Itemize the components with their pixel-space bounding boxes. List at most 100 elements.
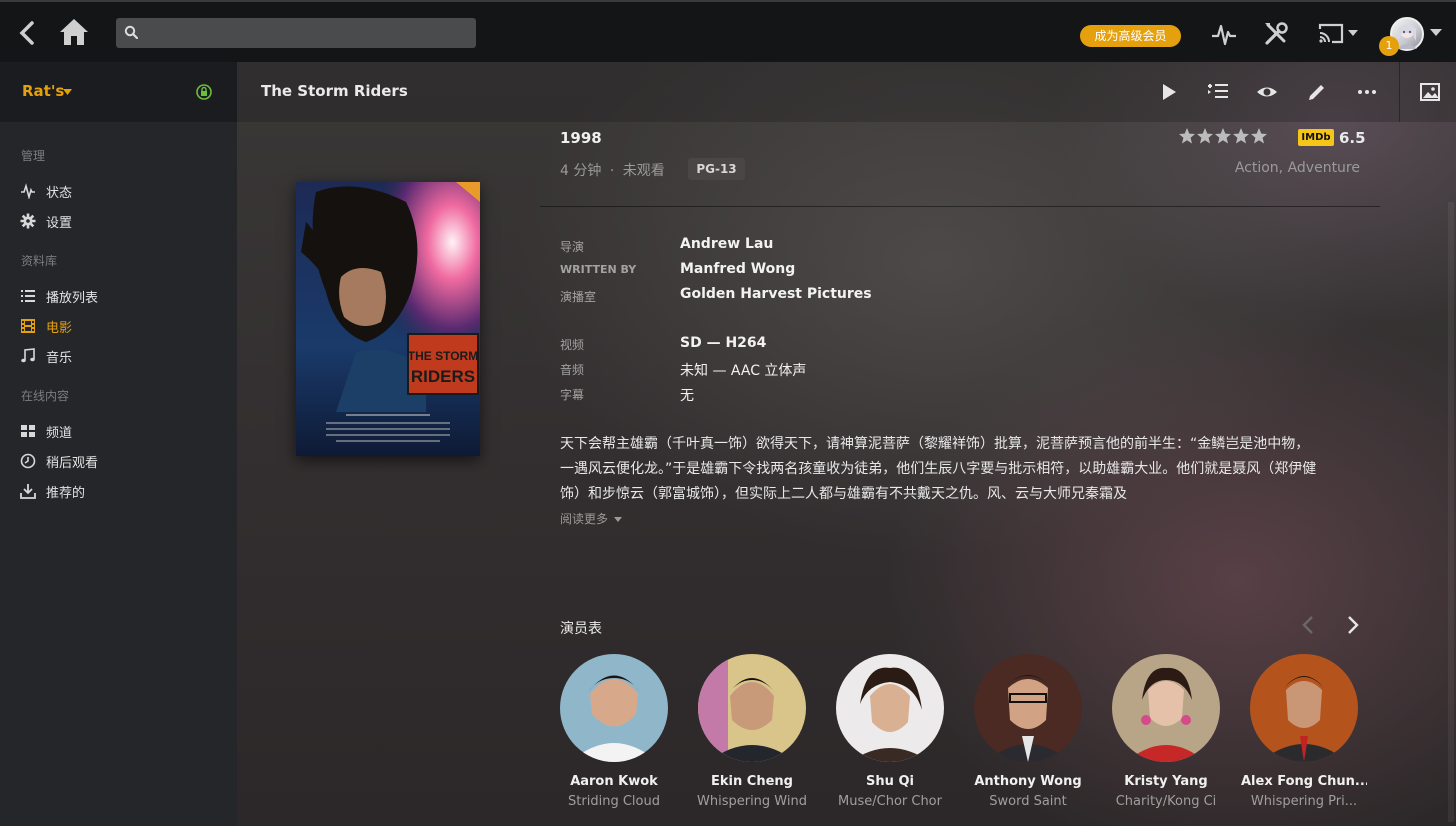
imdb-logo: IMDb (1298, 129, 1334, 146)
sidebar-item-label: 音乐 (46, 351, 73, 366)
grid-icon (21, 425, 35, 437)
writer-label: WRITTEN BY (560, 263, 637, 276)
secure-lock-icon (196, 84, 212, 100)
actor-role: Muse/Chor Chor (838, 794, 942, 809)
cast-icon[interactable] (1316, 20, 1362, 48)
subtitle-label: 字幕 (560, 388, 585, 402)
cast-card[interactable]: Anthony Wong Sword Saint (965, 654, 1095, 824)
actor-role: Whispering Wind (697, 794, 807, 809)
server-selector[interactable]: Rat's (0, 62, 237, 122)
back-arrow-icon[interactable] (16, 20, 38, 46)
cast-card[interactable]: Alex Fong Chun... Whispering Pri... (1241, 654, 1371, 824)
go-premium-button[interactable]: 成为高级会员 (1080, 25, 1181, 47)
subtitle-value[interactable]: 无 (680, 385, 694, 405)
actor-photo (1112, 654, 1220, 762)
imdb-score: 6.5 (1339, 129, 1366, 147)
sidebar-item-movies[interactable]: 电影 (20, 315, 220, 337)
clock-icon (20, 453, 36, 469)
search-bar[interactable] (116, 18, 476, 48)
activity-icon[interactable] (1210, 20, 1238, 48)
genres: Action, Adventure (1234, 160, 1360, 176)
music-note-icon (21, 348, 35, 363)
background-image-icon[interactable] (1419, 81, 1441, 103)
audio-label: 音频 (560, 363, 585, 377)
actor-photo (836, 654, 944, 762)
actor-name: Alex Fong Chun... (1241, 774, 1367, 789)
home-icon[interactable] (58, 16, 90, 48)
sidebar-item-recommended[interactable]: 推荐的 (20, 480, 220, 502)
content-header: The Storm Riders (237, 62, 1456, 122)
sidebar-item-watch-later[interactable]: 稍后观看 (20, 450, 220, 472)
star-icon[interactable] (1215, 128, 1231, 144)
sidebar-item-channels[interactable]: 频道 (20, 420, 220, 442)
sidebar-item-status[interactable]: 状态 (20, 180, 220, 202)
top-bar: 成为高级会员 1 (0, 0, 1456, 62)
duration: 4 分钟 (560, 163, 602, 179)
video-label: 视频 (560, 338, 585, 352)
chevron-down-icon (613, 517, 622, 522)
edit-pencil-icon[interactable] (1306, 81, 1328, 103)
star-icon[interactable] (1197, 128, 1213, 144)
studio-value[interactable]: Golden Harvest Pictures (680, 286, 872, 302)
add-to-queue-icon[interactable] (1207, 81, 1229, 103)
watch-status: 未观看 (622, 163, 665, 179)
cast-section-title: 演员表 (560, 621, 602, 637)
sidebar-item-label: 设置 (46, 216, 73, 231)
movie-summary: 天下会帮主雄霸（千叶真一饰）欲得天下，请神算泥菩萨（黎耀祥饰）批算，泥菩萨预言他… (560, 436, 1317, 502)
studio-label: 演播室 (560, 290, 597, 304)
meta-separator: · (609, 163, 615, 179)
sidebar-item-music[interactable]: 音乐 (20, 345, 220, 367)
divider (540, 206, 1380, 207)
star-icon[interactable] (1251, 128, 1267, 144)
actor-name: Aaron Kwok (570, 774, 658, 789)
sidebar-item-playlists[interactable]: 播放列表 (20, 285, 220, 307)
cast-card[interactable]: Kristy Yang Charity/Kong Ci (1103, 654, 1233, 824)
more-options-icon[interactable] (1356, 81, 1378, 103)
actor-role: Charity/Kong Ci (1115, 794, 1217, 809)
movie-year: 1998 (560, 129, 602, 147)
header-divider (1399, 62, 1400, 122)
actor-role: Sword Saint (989, 794, 1067, 809)
audio-value[interactable]: 未知 — AAC 立体声 (680, 360, 806, 380)
actor-role: Whispering Pri... (1250, 794, 1358, 809)
server-name[interactable]: Rat's (22, 82, 64, 100)
actor-photo (560, 654, 668, 762)
play-icon[interactable] (1157, 81, 1179, 103)
actor-name: Ekin Cheng (711, 774, 793, 789)
sidebar-item-label: 播放列表 (46, 291, 99, 306)
writer-value[interactable]: Manfred Wong (680, 261, 795, 277)
chevron-left-icon[interactable] (1301, 615, 1315, 635)
cast-card[interactable]: Shu Qi Muse/Chor Chor (827, 654, 957, 824)
list-icon (21, 290, 35, 302)
sidebar: Rat's 管理 状态 设置 资料库 播放列表 电影 音乐 在线内容 频道 稍后… (0, 62, 237, 826)
scrollbar[interactable] (1448, 202, 1454, 822)
star-icon[interactable] (1179, 128, 1195, 144)
search-input[interactable] (146, 18, 466, 48)
director-value[interactable]: Andrew Lau (680, 236, 773, 252)
actor-name: Shu Qi (866, 774, 914, 789)
sidebar-item-label: 频道 (46, 426, 73, 441)
poster-title-line1: THE STORM (408, 349, 478, 363)
chevron-right-icon[interactable] (1346, 615, 1360, 635)
sidebar-item-settings[interactable]: 设置 (20, 210, 220, 232)
section-manage-label: 管理 (21, 149, 46, 163)
actor-name: Anthony Wong (974, 774, 1082, 789)
chevron-down-icon[interactable] (63, 89, 72, 95)
main-content: The Storm Riders THE STORM RIDERS 1998 4… (237, 62, 1456, 826)
actor-photo (974, 654, 1082, 762)
content-rating-badge: PG-13 (688, 158, 745, 180)
video-value: SD — H264 (680, 335, 767, 351)
poster-title-line2: RIDERS (411, 367, 475, 386)
tools-icon[interactable] (1262, 20, 1290, 48)
star-rating[interactable] (1178, 127, 1268, 145)
eye-icon[interactable] (1256, 81, 1278, 103)
download-icon (20, 484, 36, 499)
cast-card[interactable]: Aaron Kwok Striding Cloud (551, 654, 681, 824)
section-library-label: 资料库 (21, 254, 58, 268)
movie-poster[interactable]: THE STORM RIDERS (296, 182, 480, 456)
section-online-label: 在线内容 (21, 389, 70, 403)
chevron-down-icon[interactable] (1430, 29, 1442, 37)
cast-card[interactable]: Ekin Cheng Whispering Wind (689, 654, 819, 824)
read-more-link[interactable]: 阅读更多 (560, 510, 622, 527)
star-icon[interactable] (1233, 128, 1249, 144)
